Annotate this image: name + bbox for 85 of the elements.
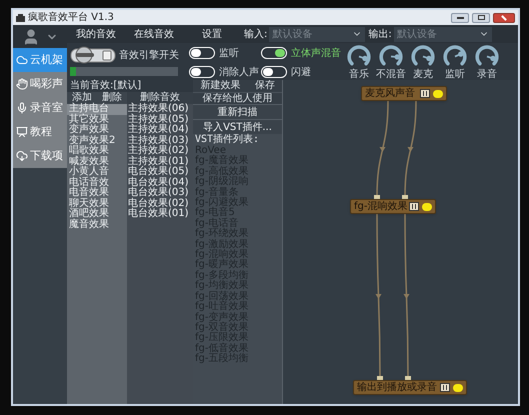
toggle-label: 消除人声: [219, 66, 259, 78]
delete-effect-button[interactable]: 删除音效: [127, 92, 193, 104]
effect-item[interactable]: 酒吧效果: [67, 209, 127, 220]
device-label: 输入:: [244, 28, 268, 42]
app-icon: [16, 14, 25, 22]
effect-node[interactable]: 麦克风声音: [361, 86, 447, 101]
vst-action[interactable]: 保存: [254, 80, 275, 92]
plugin-button[interactable]: 重新扫描: [193, 104, 282, 119]
preset-item[interactable]: 电台效果(05): [127, 167, 193, 178]
effect-item[interactable]: 唱歌效果: [67, 146, 127, 156]
device-dropdown[interactable]: 默认设备: [394, 26, 492, 42]
list-action[interactable]: 添加: [72, 92, 92, 104]
knob-label: 音乐: [349, 69, 369, 80]
knob-pointer[interactable]: [358, 56, 368, 62]
preset-item[interactable]: 主持效果(03): [127, 136, 193, 146]
effect-node[interactable]: 输出到播放或录音: [353, 380, 467, 395]
effect-item[interactable]: 主持电台: [67, 104, 127, 114]
maximize-button[interactable]: [472, 12, 490, 22]
minimize-button[interactable]: [451, 12, 469, 22]
nav-tab[interactable]: 我的音效: [67, 25, 125, 43]
sidebar-icon: [16, 102, 28, 114]
sidebar-item[interactable]: 教程: [13, 120, 67, 144]
knob-label: 不混音: [376, 69, 406, 80]
mixer-icon[interactable]: [420, 89, 430, 98]
toggle-switch[interactable]: [189, 66, 215, 78]
effect-item[interactable]: 喊麦效果: [67, 156, 127, 167]
node-label: 输出到播放或录音: [357, 382, 437, 393]
effect-item[interactable]: 电音效果: [67, 188, 127, 198]
sidebar-item[interactable]: 喝彩声: [13, 72, 67, 96]
knob-label: 录音: [477, 69, 497, 80]
vst-action[interactable]: 新建效果: [200, 80, 240, 92]
mixer-icon[interactable]: [440, 383, 450, 392]
current-effect-label: 当前音效:[默认]: [69, 80, 142, 92]
preset-item[interactable]: 电台效果(04): [127, 178, 193, 188]
knob-pointer[interactable]: [454, 51, 464, 58]
knob-pointer[interactable]: [390, 54, 400, 60]
effect-item[interactable]: 聊天效果: [67, 198, 127, 209]
sidebar-item[interactable]: 云机架: [13, 48, 67, 72]
preset-item[interactable]: 主持效果(01): [127, 156, 193, 167]
engine-label: 音效引擎开关: [119, 48, 179, 62]
preset-item[interactable]: 主持效果(02): [127, 146, 193, 156]
share-button[interactable]: 保存给他人使用: [193, 92, 282, 104]
sidebar-icon: [16, 150, 28, 162]
preset-item[interactable]: 主持效果(04): [127, 125, 193, 136]
list-action[interactable]: 删除: [102, 92, 122, 104]
effect-node[interactable]: fg-混响效果: [350, 199, 436, 214]
toggle-switch[interactable]: [189, 47, 215, 59]
effect-item[interactable]: 魔音效果: [67, 220, 127, 230]
knob-pointer[interactable]: [422, 56, 432, 62]
preset-item[interactable]: 电台效果(03): [127, 188, 193, 198]
avatar-icon[interactable]: [22, 28, 40, 46]
effect-item[interactable]: 其它效果: [67, 114, 127, 125]
knob-label: 监听: [445, 69, 465, 80]
sidebar-icon: [16, 126, 28, 138]
toggle-label: 闪避: [291, 66, 311, 78]
toggle-switch[interactable]: [261, 47, 287, 59]
node-label: fg-混响效果: [354, 201, 408, 212]
knob-pointer[interactable]: [486, 56, 496, 62]
node-label: 麦克风声音: [365, 88, 415, 99]
preset-item[interactable]: 主持效果(06): [127, 104, 193, 114]
nav-tab[interactable]: 设置: [183, 25, 241, 43]
sidebar-icon: [16, 78, 28, 90]
device-dropdown[interactable]: 默认设备: [269, 26, 366, 42]
toggle-label: 监听: [219, 48, 239, 58]
knob-label: 麦克: [413, 69, 433, 80]
nav-tab[interactable]: 在线音效: [125, 25, 183, 43]
sidebar-icon: [16, 54, 28, 66]
vst-list-title: VST插件列表:: [194, 134, 260, 146]
effect-item[interactable]: 小黄人音: [67, 167, 127, 178]
preset-item[interactable]: 电台效果(02): [127, 198, 193, 209]
device-label: 输出:: [368, 28, 392, 42]
window-title: 疯歌音效平台 V1.3: [28, 12, 114, 24]
preset-item[interactable]: 电台效果(01): [127, 209, 193, 220]
engine-switch[interactable]: [70, 45, 116, 65]
mixer-icon[interactable]: [409, 202, 419, 211]
effect-item[interactable]: 变声效果2: [67, 136, 127, 146]
close-button[interactable]: [493, 12, 515, 22]
toggle-switch[interactable]: [261, 66, 287, 78]
plugin-button[interactable]: 导入VST插件...: [193, 119, 282, 134]
sidebar-item[interactable]: 下载项: [13, 144, 67, 168]
preset-item[interactable]: 主持效果(05): [127, 114, 193, 125]
effect-item[interactable]: 变声效果: [67, 125, 127, 136]
sidebar-item[interactable]: 录音室: [13, 96, 67, 120]
toggle-label: 立体声混音: [291, 48, 341, 58]
effect-item[interactable]: 电话音效: [67, 178, 127, 188]
